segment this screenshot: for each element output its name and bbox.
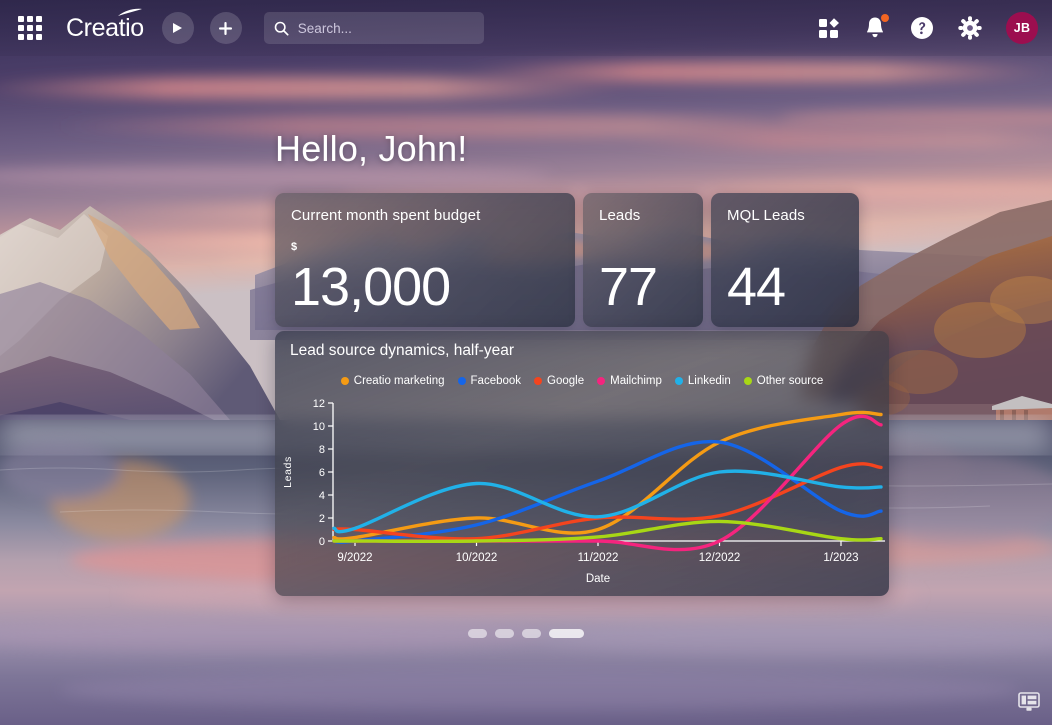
legend-item[interactable]: Creatio marketing	[340, 375, 445, 387]
legend-label: Google	[547, 375, 585, 387]
play-icon	[173, 23, 183, 33]
notification-badge	[881, 14, 889, 22]
x-axis-tick-label: 11/2022	[578, 552, 619, 564]
pagination-dot[interactable]	[495, 629, 514, 638]
kpi-card-spent-budget[interactable]: Current month spent budget $ 13,000	[275, 193, 575, 327]
help-circle-icon[interactable]	[910, 16, 934, 40]
line-chart-plot: 0 2 4 6 8 10 12 Leads 9/2022 10/2022 11/2022 12/202…	[282, 398, 885, 585]
search-input[interactable]	[297, 20, 468, 36]
kpi-title: Leads	[599, 207, 641, 224]
x-axis-tick-label: 12/2022	[699, 552, 741, 564]
dashboard-pagination	[0, 629, 1052, 638]
kpi-card-row: Current month spent budget $ 13,000 Lead…	[275, 193, 859, 327]
chart-series-line	[332, 410, 883, 541]
kpi-title: Current month spent budget	[291, 207, 481, 224]
header-actions: JB	[818, 12, 1052, 44]
kpi-card-leads[interactable]: Leads 77	[583, 193, 703, 327]
x-axis-title: Date	[586, 573, 610, 585]
chart-series-line	[332, 469, 883, 534]
lead-source-dynamics-chart-card[interactable]: Lead source dynamics, half-year Creatio …	[275, 331, 889, 596]
y-axis-tick-label: 8	[319, 444, 325, 456]
app-header: Creatio Search... JB	[0, 0, 1052, 56]
kpi-card-mql-leads[interactable]: MQL Leads 44	[711, 193, 859, 327]
gear-icon[interactable]	[958, 16, 982, 40]
play-button[interactable]	[161, 12, 194, 44]
x-axis-tick-label: 1/2023	[823, 552, 858, 564]
apps-grid-icon[interactable]	[14, 12, 46, 44]
legend-label: Creatio marketing	[353, 375, 445, 387]
legend-color-dot	[674, 377, 683, 385]
kpi-title: MQL Leads	[727, 207, 805, 224]
y-axis-title: Leads	[282, 456, 294, 488]
x-axis-tick-label: 9/2022	[337, 552, 372, 564]
legend-color-dot	[457, 377, 466, 385]
user-avatar[interactable]: JB	[1006, 12, 1038, 44]
pagination-dot[interactable]	[468, 629, 487, 638]
y-axis-tick-label: 0	[319, 536, 325, 548]
search-box[interactable]	[263, 12, 484, 44]
dashboard-grid-icon[interactable]	[818, 17, 840, 39]
legend-item[interactable]: Facebook	[457, 375, 522, 387]
y-axis-tick-label: 2	[319, 513, 325, 525]
bell-icon[interactable]	[864, 14, 889, 40]
search-icon	[274, 21, 289, 36]
y-axis-tick-label: 12	[313, 398, 325, 410]
kpi-value: 13,000	[291, 256, 451, 317]
display-layout-icon[interactable]	[1018, 692, 1040, 717]
y-axis-tick-label: 4	[319, 490, 325, 502]
legend-label: Facebook	[470, 375, 522, 387]
y-axis-tick-label: 10	[313, 421, 325, 433]
plus-icon	[219, 21, 233, 35]
kpi-value: 44	[727, 256, 786, 317]
x-axis-tick-label: 10/2022	[456, 552, 498, 564]
creatio-logo[interactable]: Creatio	[66, 8, 144, 45]
kpi-currency-symbol: $	[291, 241, 298, 253]
legend-item[interactable]: Linkedin	[674, 375, 731, 387]
chart-title: Lead source dynamics, half-year	[290, 342, 515, 359]
pagination-dot[interactable]	[549, 629, 584, 638]
legend-item[interactable]: Google	[534, 375, 584, 387]
logo-swoosh-icon	[117, 8, 142, 16]
greeting-title: Hello, John!	[275, 128, 468, 169]
legend-label: Mailchimp	[610, 375, 662, 387]
kpi-value: 77	[599, 256, 658, 317]
legend-color-dot	[743, 377, 752, 385]
legend-item[interactable]: Other source	[743, 375, 824, 387]
pagination-dot[interactable]	[522, 629, 541, 638]
legend-label: Linkedin	[687, 375, 731, 387]
chart-legend: Creatio marketing Facebook Google Mailchimp…	[275, 375, 889, 387]
legend-color-dot	[534, 377, 543, 385]
y-axis-tick-label: 6	[319, 467, 325, 479]
legend-color-dot	[340, 377, 349, 385]
legend-label: Other source	[756, 375, 824, 387]
add-button[interactable]	[209, 12, 242, 44]
legend-item[interactable]: Mailchimp	[597, 375, 662, 387]
legend-color-dot	[597, 377, 606, 385]
